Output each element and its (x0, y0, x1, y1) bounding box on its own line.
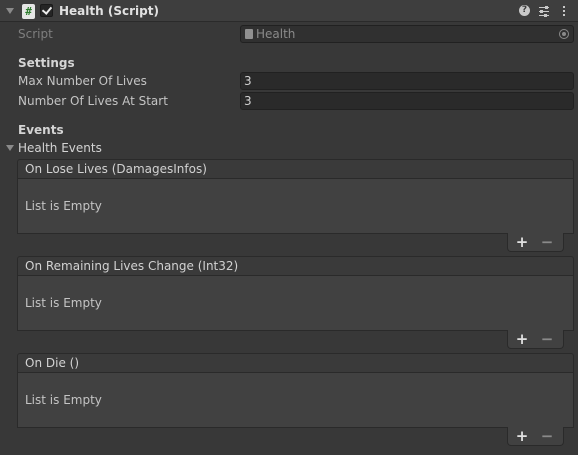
health-events-foldout[interactable]: Health Events (18, 141, 102, 155)
event-header-on-remaining-lives-change: On Remaining Lives Change (Int32) (17, 256, 574, 276)
event-header-on-lose-lives: On Lose Lives (DamagesInfos) (17, 159, 574, 179)
component-foldout-arrow-icon[interactable] (6, 8, 14, 14)
script-field-value: Health (256, 27, 296, 41)
object-picker-icon (559, 29, 569, 39)
add-listener-button[interactable]: + (515, 233, 529, 251)
event-footer-on-remaining-lives-change: + − (507, 330, 564, 349)
component-title: Health (Script) (59, 4, 159, 18)
event-footer-on-die: + − (507, 427, 564, 446)
max-lives-field[interactable]: 3 (240, 72, 574, 90)
max-lives-label: Max Number Of Lives (18, 74, 147, 88)
kebab-menu-icon[interactable] (558, 4, 570, 18)
event-footer-on-lose-lives: + − (507, 233, 564, 252)
script-asset-icon (245, 29, 253, 39)
events-header: Events (18, 123, 64, 137)
component-enabled-checkbox[interactable] (40, 4, 53, 17)
remove-listener-button[interactable]: − (540, 233, 554, 251)
add-listener-button[interactable]: + (515, 427, 529, 445)
settings-header: Settings (18, 56, 75, 70)
health-events-foldout-arrow-icon[interactable] (6, 145, 14, 151)
event-empty-text: List is Empty (25, 296, 102, 310)
script-label: Script (18, 27, 53, 41)
component-header: # Health (Script) ? (0, 0, 578, 22)
event-list-on-die: List is Empty (17, 373, 574, 428)
add-listener-button[interactable]: + (515, 330, 529, 348)
event-empty-text: List is Empty (25, 199, 102, 213)
start-lives-field[interactable]: 3 (240, 92, 574, 110)
help-icon[interactable]: ? (519, 5, 530, 16)
start-lives-label: Number Of Lives At Start (18, 94, 168, 108)
event-list-on-lose-lives: List is Empty (17, 179, 574, 234)
script-component-icon: # (22, 4, 35, 19)
event-list-on-remaining-lives-change: List is Empty (17, 276, 574, 331)
presets-icon[interactable] (538, 4, 550, 18)
remove-listener-button[interactable]: − (540, 427, 554, 445)
event-header-on-die: On Die () (17, 353, 574, 373)
script-object-field: Health (240, 25, 574, 43)
event-empty-text: List is Empty (25, 393, 102, 407)
remove-listener-button[interactable]: − (540, 330, 554, 348)
